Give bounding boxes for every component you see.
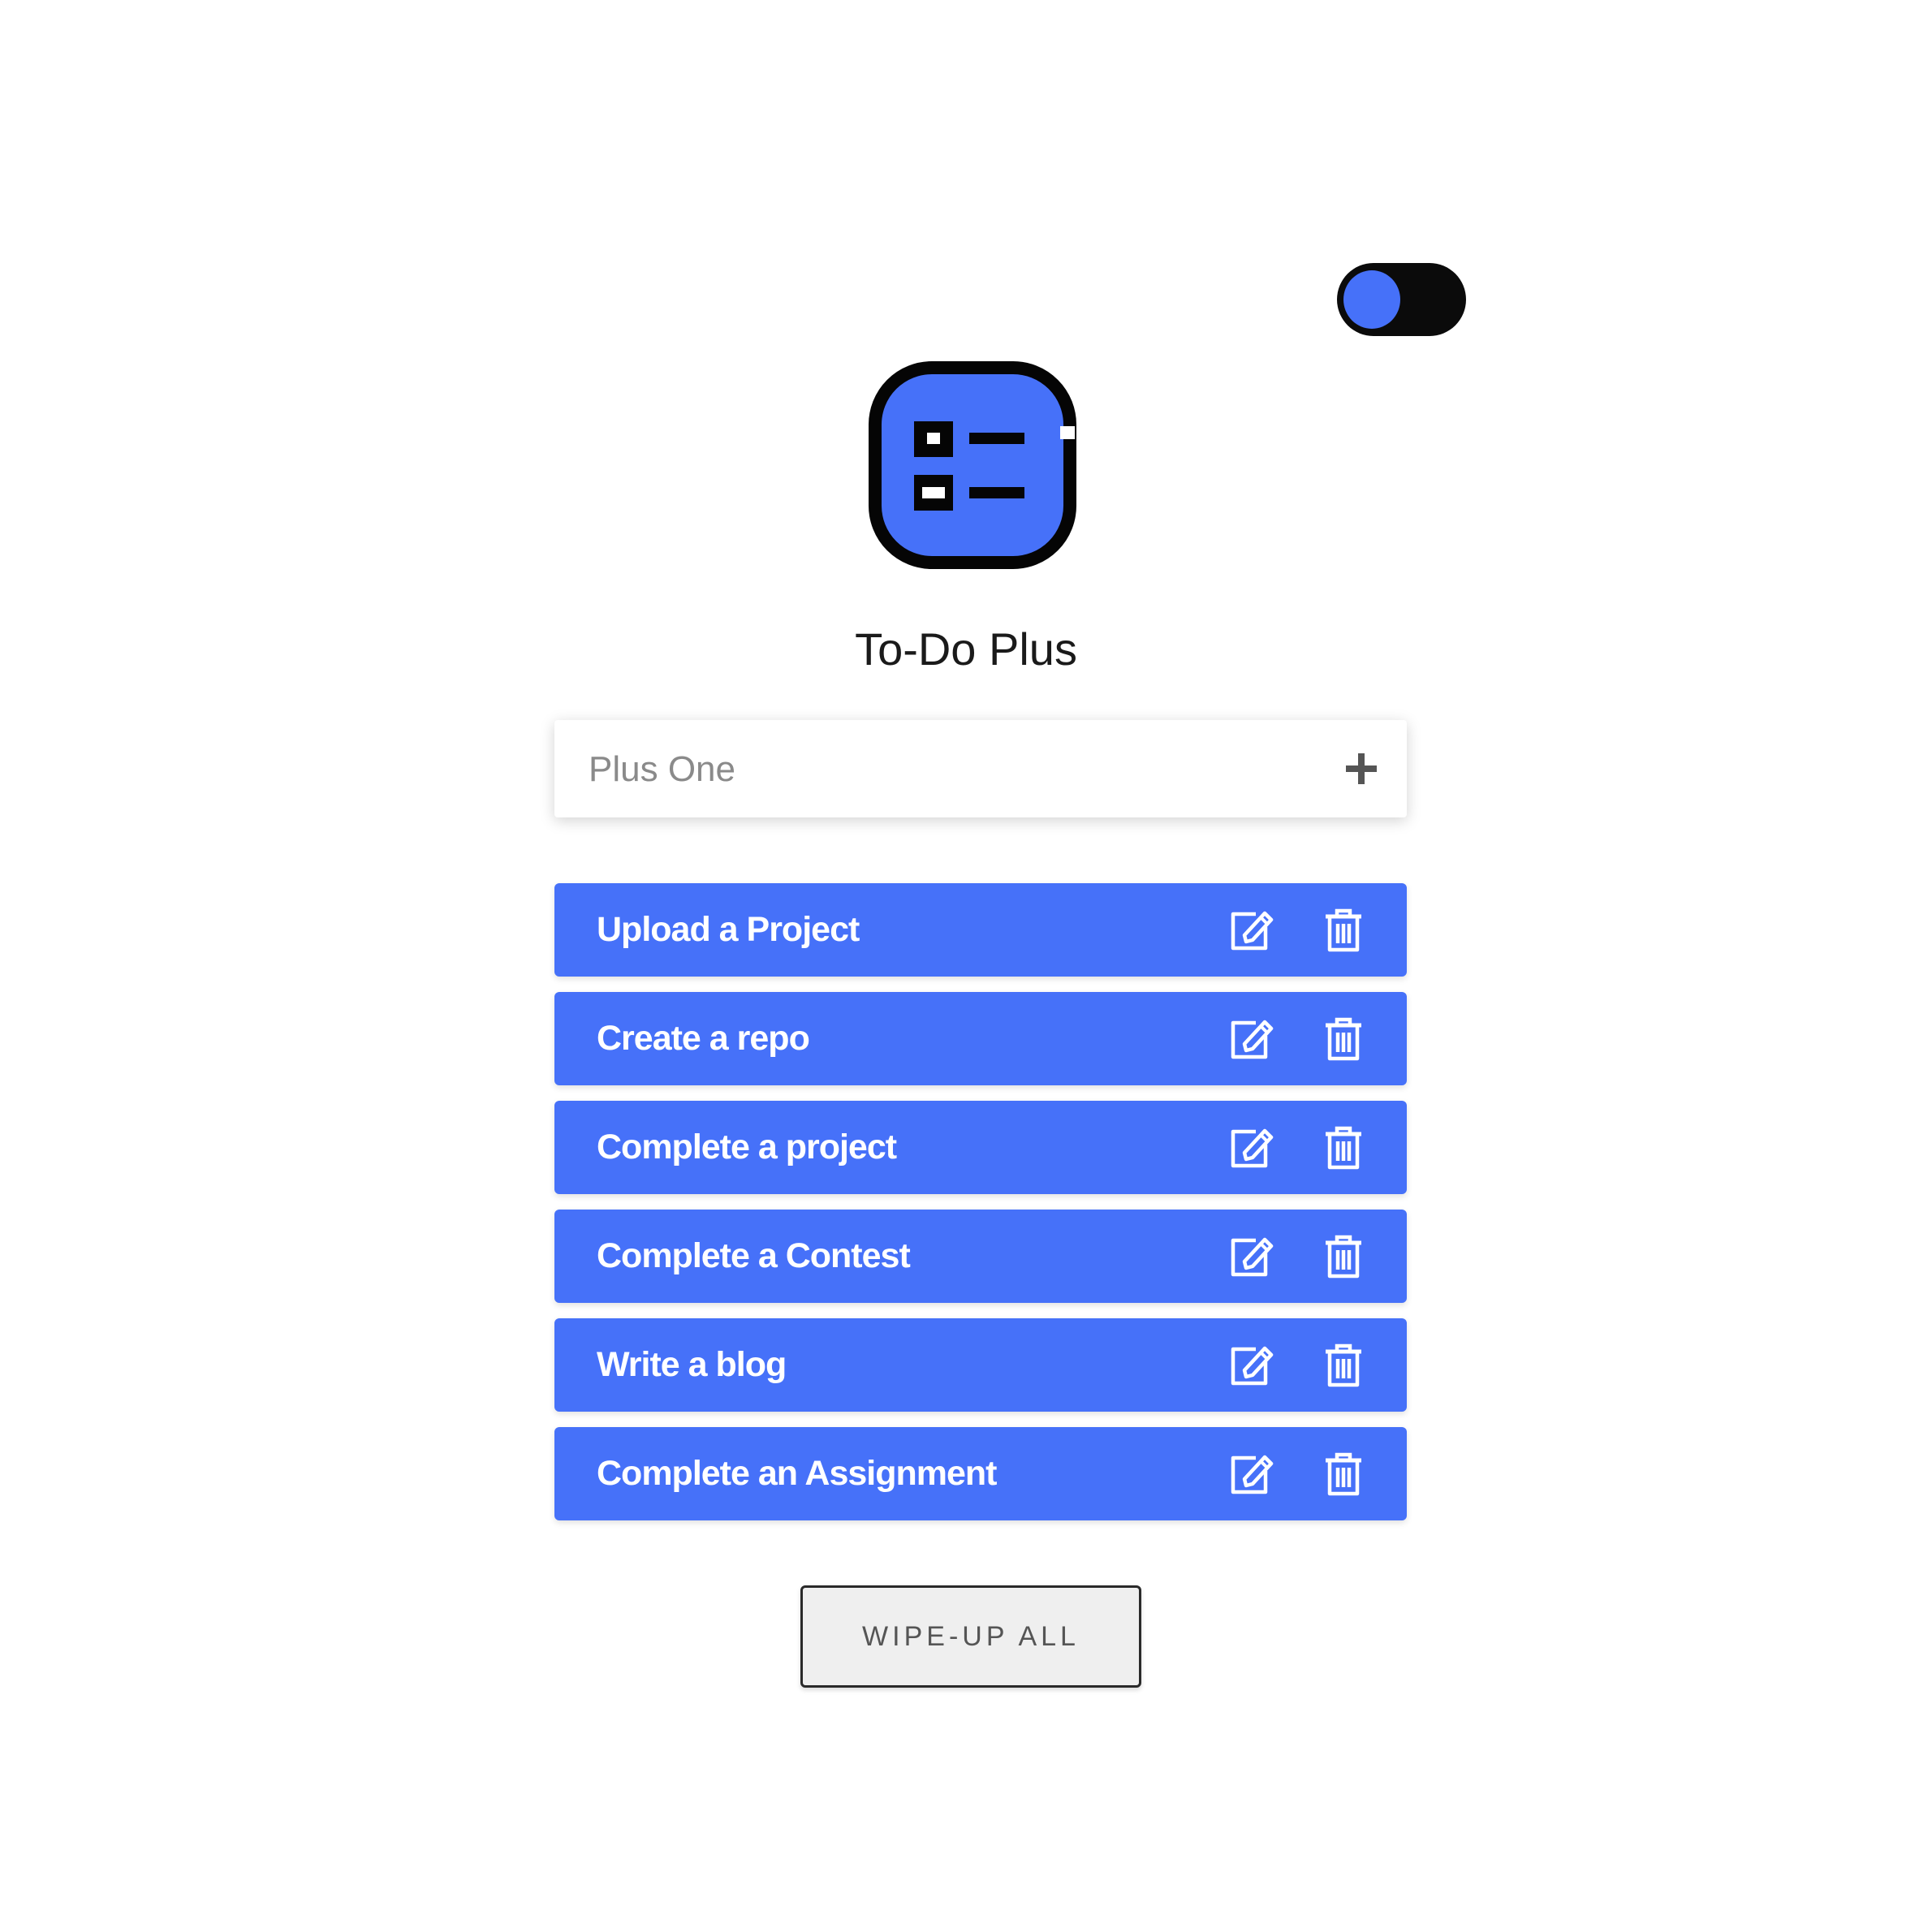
theme-toggle[interactable]	[1337, 263, 1466, 336]
task-item: Create a repo	[554, 992, 1407, 1085]
trash-icon	[1326, 1452, 1361, 1496]
task-label: Create a repo	[597, 1019, 810, 1058]
task-item: Complete a project	[554, 1101, 1407, 1194]
app-page: To-Do Plus Upload a Project	[0, 0, 1932, 1932]
delete-task-button[interactable]	[1319, 1451, 1368, 1497]
delete-task-button[interactable]	[1319, 1016, 1368, 1062]
edit-task-button[interactable]	[1227, 1451, 1275, 1497]
task-label: Write a blog	[597, 1345, 787, 1384]
checklist-icon	[867, 360, 1078, 571]
task-label: Upload a Project	[597, 910, 860, 949]
edit-icon	[1231, 1346, 1274, 1386]
task-list: Upload a Project Create a repo Complete …	[554, 883, 1407, 1536]
plus-icon	[1346, 753, 1377, 784]
edit-task-button[interactable]	[1227, 1343, 1275, 1388]
task-item: Complete a Contest	[554, 1210, 1407, 1303]
task-item: Complete an Assignment	[554, 1427, 1407, 1520]
task-label: Complete a project	[597, 1128, 897, 1167]
edit-icon	[1231, 1128, 1274, 1168]
edit-task-button[interactable]	[1227, 1016, 1275, 1062]
trash-icon	[1326, 1017, 1361, 1061]
trash-icon	[1326, 908, 1361, 952]
delete-task-button[interactable]	[1319, 1343, 1368, 1388]
task-item: Upload a Project	[554, 883, 1407, 977]
trash-icon	[1326, 1343, 1361, 1387]
edit-icon	[1231, 911, 1274, 951]
delete-task-button[interactable]	[1319, 908, 1368, 953]
task-item: Write a blog	[554, 1318, 1407, 1412]
toggle-knob	[1343, 270, 1400, 329]
trash-icon	[1326, 1126, 1361, 1170]
task-label: Complete a Contest	[597, 1236, 911, 1275]
edit-icon	[1231, 1237, 1274, 1277]
trash-icon	[1326, 1235, 1361, 1279]
delete-task-button[interactable]	[1319, 1234, 1368, 1279]
edit-icon	[1231, 1020, 1274, 1059]
task-input[interactable]	[587, 736, 1305, 803]
add-task-bar	[554, 720, 1407, 817]
app-title: To-Do Plus	[855, 623, 1077, 675]
edit-task-button[interactable]	[1227, 1234, 1275, 1279]
edit-icon	[1231, 1455, 1274, 1494]
wipe-all-button[interactable]: WIPE-UP ALL	[800, 1585, 1141, 1688]
add-task-button[interactable]	[1334, 741, 1389, 796]
task-label: Complete an Assignment	[597, 1454, 997, 1493]
delete-task-button[interactable]	[1319, 1125, 1368, 1171]
edit-task-button[interactable]	[1227, 1125, 1275, 1171]
edit-task-button[interactable]	[1227, 908, 1275, 953]
